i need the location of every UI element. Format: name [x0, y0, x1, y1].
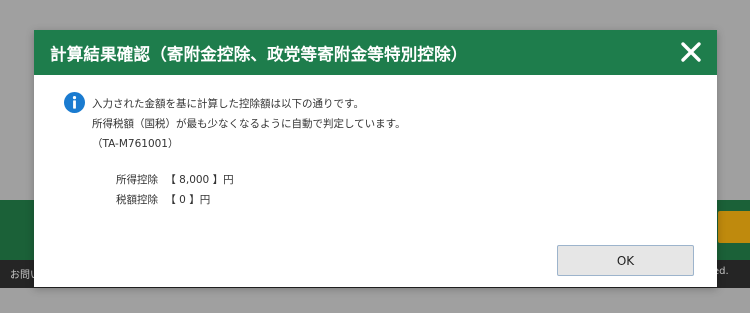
message-code: （TA-M761001）	[92, 138, 179, 150]
income-deduction-row: 所得控除 【 8,000 】円	[116, 170, 234, 190]
close-icon	[681, 42, 701, 62]
deduction-amounts: 所得控除 【 8,000 】円 税額控除 【 0 】円	[116, 170, 234, 210]
tax-credit-row: 税額控除 【 0 】円	[116, 190, 234, 210]
ok-button[interactable]: OK	[557, 245, 694, 276]
message-line: 所得税額（国税）が最も少なくなるように自動で判定しています。	[92, 118, 406, 130]
message-line: 入力された金額を基に計算した控除額は以下の通りです。	[92, 98, 364, 110]
amount-value: 【 8,000 】円	[165, 174, 234, 186]
amount-label: 所得控除	[116, 174, 158, 186]
info-icon	[64, 92, 85, 113]
dialog-header: 計算結果確認（寄附金控除、政党等寄附金等特別控除）	[34, 30, 717, 75]
calculation-confirm-dialog: 計算結果確認（寄附金控除、政党等寄附金等特別控除） 入力された金額を基に計算した…	[34, 30, 717, 287]
dialog-title: 計算結果確認（寄附金控除、政党等寄附金等特別控除）	[50, 45, 468, 64]
amount-value: 【 0 】円	[165, 194, 211, 206]
dialog-message: 入力された金額を基に計算した控除額は以下の通りです。 所得税額（国税）が最も少な…	[92, 94, 406, 154]
close-button[interactable]	[679, 40, 703, 64]
amount-label: 税額控除	[116, 194, 158, 206]
